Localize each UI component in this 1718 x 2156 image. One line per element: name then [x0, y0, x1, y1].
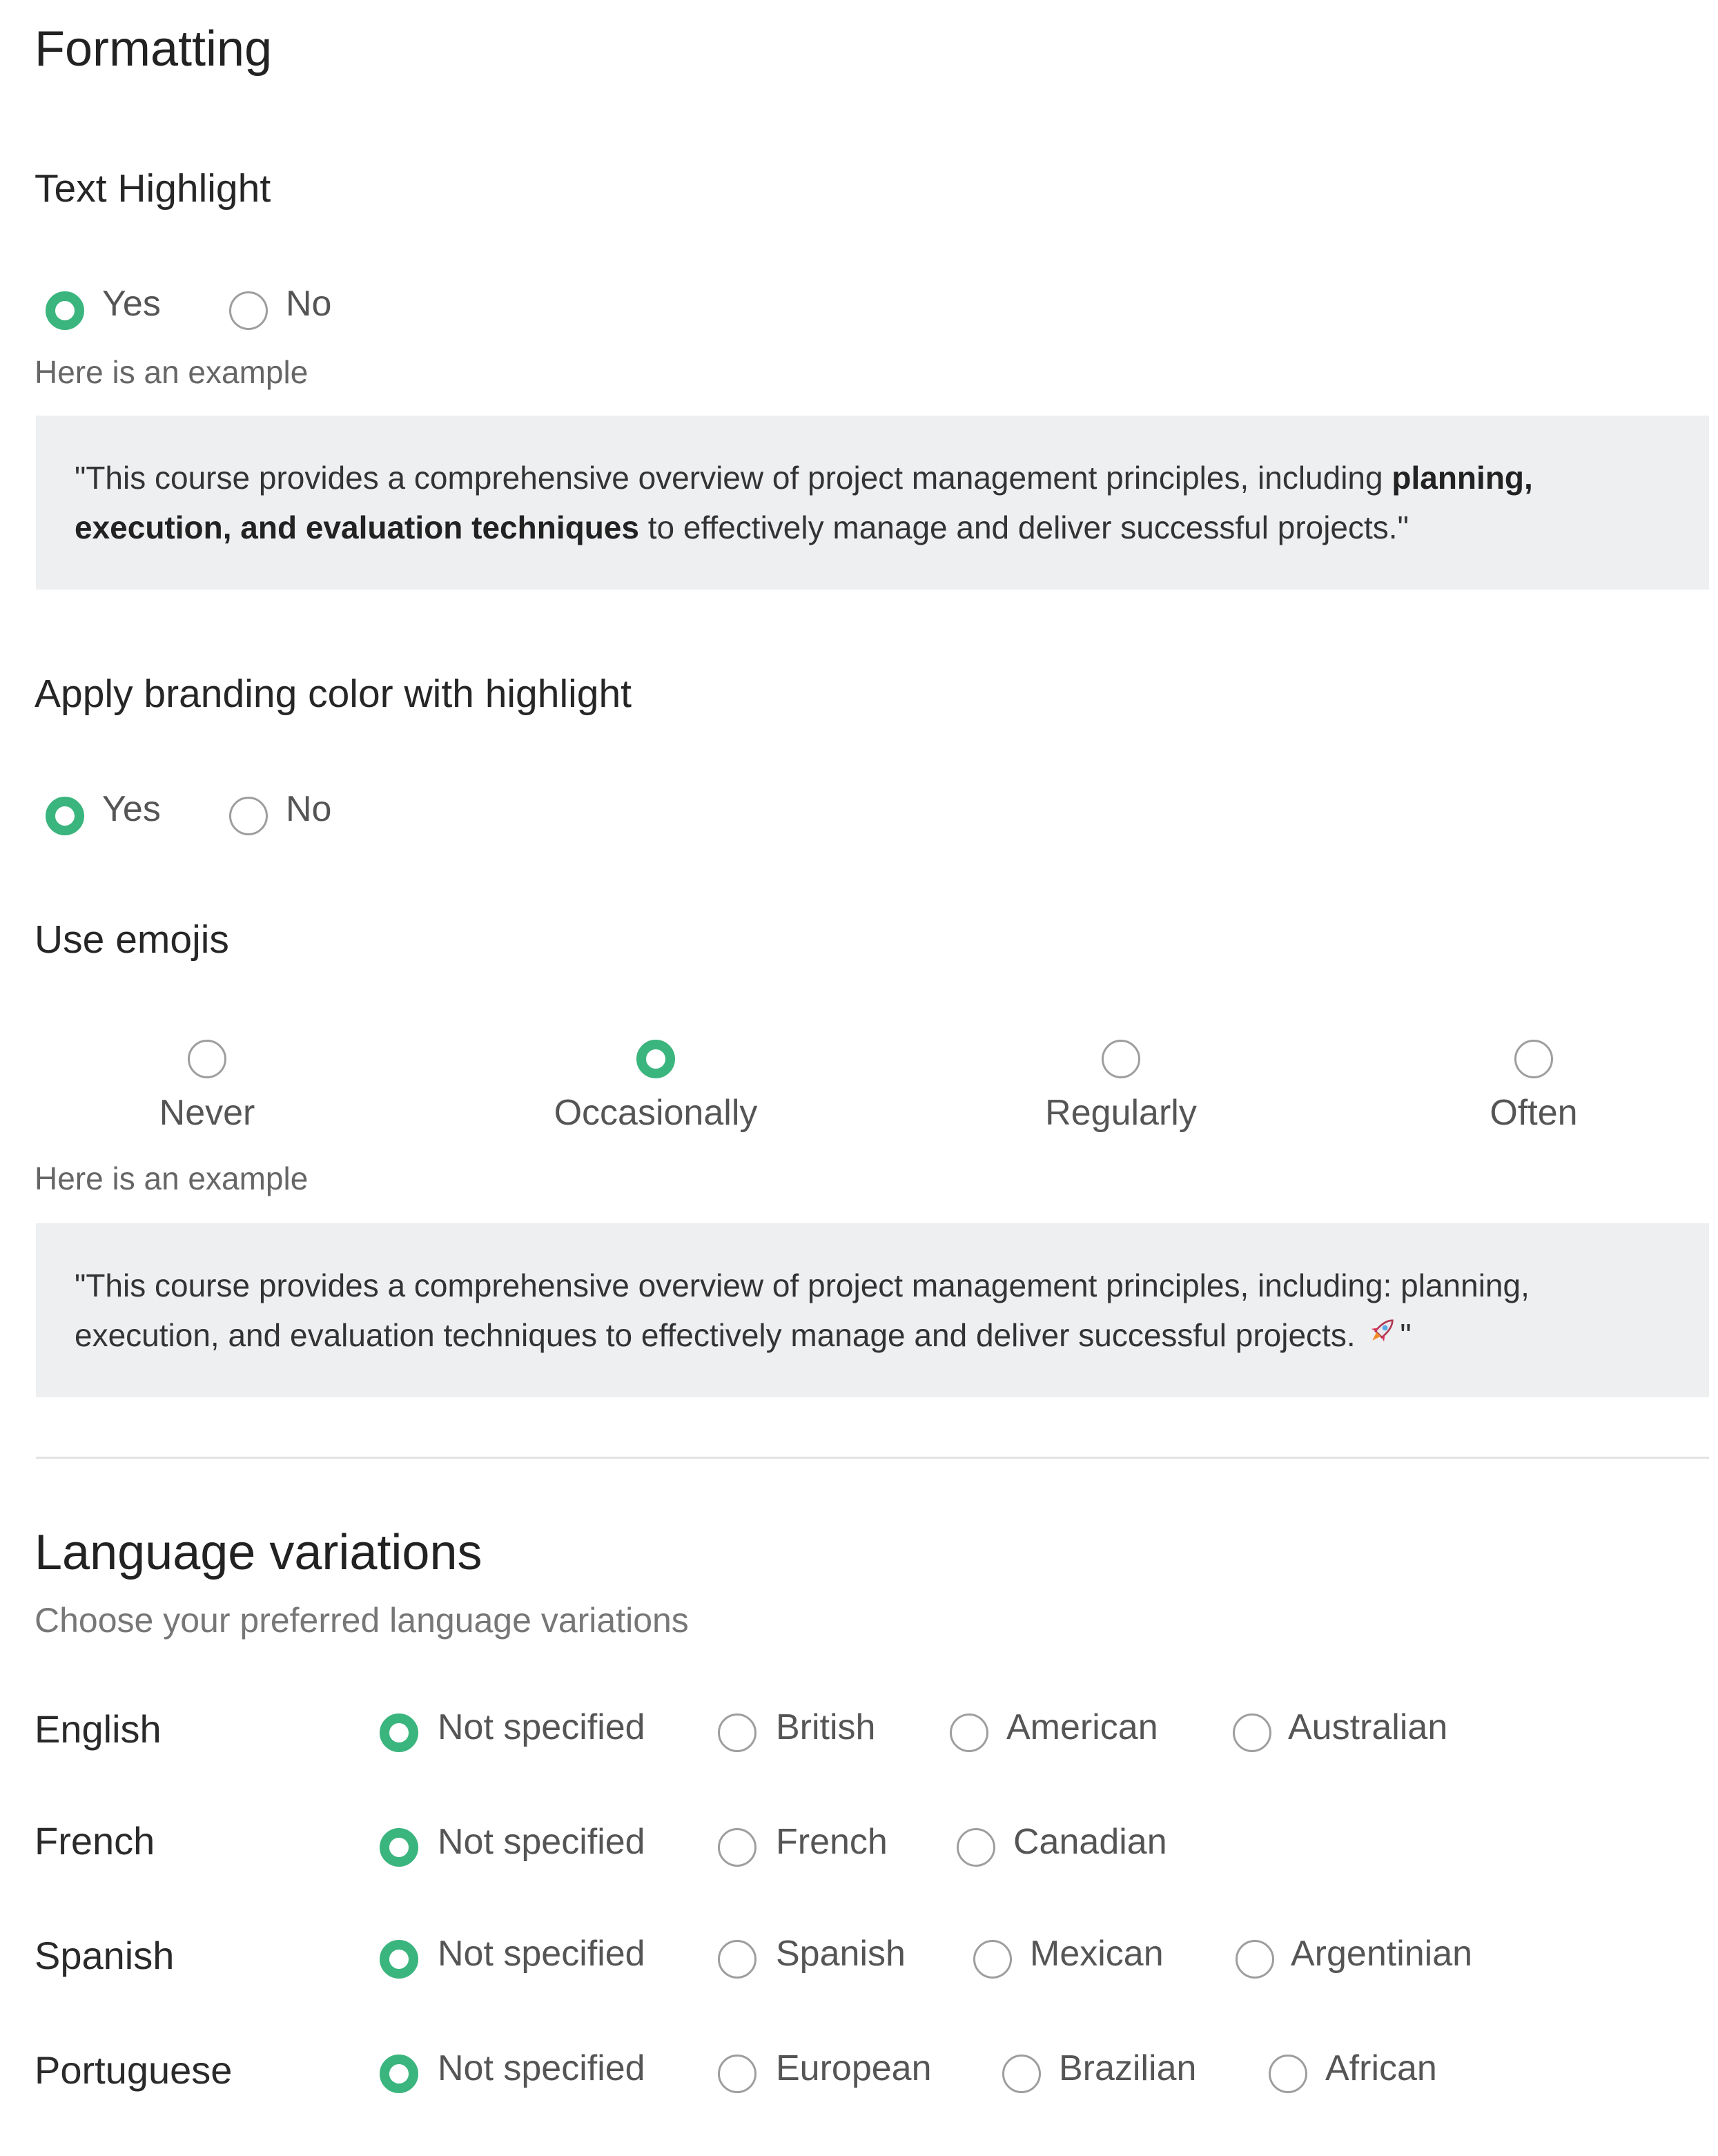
emojis-label: Use emojis	[35, 917, 229, 962]
portuguese-not-specified-radio[interactable]	[380, 2055, 418, 2093]
french-canadian-radio[interactable]	[957, 1828, 995, 1867]
text-highlight-label: Text Highlight	[35, 166, 271, 211]
text-highlight-no-label[interactable]: No	[286, 283, 331, 324]
spanish-not-specified-radio[interactable]	[380, 1940, 418, 1979]
spanish-not-specified-label[interactable]: Not specified	[438, 1933, 645, 1974]
text-highlight-yes-radio[interactable]	[46, 291, 84, 330]
spanish-mexican-label[interactable]: Mexican	[1030, 1933, 1164, 1974]
text-highlight-example-label: Here is an example	[35, 354, 309, 390]
branding-no-label[interactable]: No	[286, 788, 331, 830]
portuguese-european-radio[interactable]	[718, 2055, 756, 2093]
english-australian-label[interactable]: Australian	[1288, 1707, 1447, 1748]
spanish-spanish-label[interactable]: Spanish	[776, 1933, 906, 1974]
english-american-radio[interactable]	[950, 1713, 988, 1752]
branding-yes-label[interactable]: Yes	[102, 788, 161, 830]
portuguese-african-radio[interactable]	[1269, 2055, 1307, 2093]
section-title-formatting: Formatting	[35, 21, 273, 77]
branding-yes-radio[interactable]	[46, 797, 84, 835]
emoji-option-regularly[interactable]: Regularly	[1017, 1040, 1224, 1134]
language-label-french: French	[35, 1819, 155, 1863]
example-text-before: "This course provides a comprehensive ov…	[75, 460, 1392, 496]
english-not-specified-radio[interactable]	[380, 1713, 418, 1752]
english-british-radio[interactable]	[718, 1713, 756, 1752]
text-highlight-example-box: "This course provides a comprehensive ov…	[36, 416, 1709, 590]
emoji-regularly-radio[interactable]	[1102, 1040, 1140, 1078]
language-label-spanish: Spanish	[35, 1934, 175, 1977]
section-divider	[36, 1457, 1709, 1459]
language-label-portuguese: Portuguese	[35, 2048, 233, 2092]
emoji-never-label[interactable]: Never	[159, 1092, 255, 1134]
portuguese-brazilian-radio[interactable]	[1002, 2055, 1041, 2093]
english-american-label[interactable]: American	[1006, 1707, 1158, 1748]
language-variations-subtitle: Choose your preferred language variation…	[35, 1601, 689, 1640]
emoji-occasionally-label[interactable]: Occasionally	[554, 1092, 758, 1134]
branding-label: Apply branding color with highlight	[35, 672, 632, 716]
emoji-example-closing: "	[1400, 1317, 1412, 1353]
french-not-specified-radio[interactable]	[380, 1828, 418, 1867]
portuguese-not-specified-label[interactable]: Not specified	[438, 2048, 645, 2089]
spanish-argentinian-label[interactable]: Argentinian	[1291, 1933, 1472, 1974]
spanish-argentinian-radio[interactable]	[1236, 1940, 1274, 1979]
emojis-example-label: Here is an example	[35, 1160, 309, 1196]
section-title-language-variations: Language variations	[35, 1525, 482, 1580]
portuguese-brazilian-label[interactable]: Brazilian	[1059, 2048, 1196, 2089]
spanish-spanish-radio[interactable]	[718, 1940, 756, 1979]
french-not-specified-label[interactable]: Not specified	[438, 1821, 645, 1863]
spanish-mexican-radio[interactable]	[973, 1940, 1012, 1979]
french-canadian-label[interactable]: Canadian	[1013, 1821, 1167, 1863]
emoji-never-radio[interactable]	[188, 1040, 226, 1078]
emoji-often-label[interactable]: Often	[1490, 1092, 1577, 1134]
emoji-often-radio[interactable]	[1514, 1040, 1553, 1078]
portuguese-european-label[interactable]: European	[776, 2048, 932, 2089]
emoji-occasionally-radio[interactable]	[636, 1040, 675, 1078]
example-text-after: to effectively manage and deliver succes…	[638, 509, 1409, 545]
emojis-example-box: "This course provides a comprehensive ov…	[36, 1223, 1709, 1397]
text-highlight-yes-label[interactable]: Yes	[102, 283, 161, 324]
emoji-example-text: "This course provides a comprehensive ov…	[75, 1268, 1530, 1353]
emoji-option-never[interactable]: Never	[138, 1040, 276, 1134]
french-french-radio[interactable]	[718, 1828, 756, 1867]
language-label-english: English	[35, 1707, 162, 1751]
portuguese-african-label[interactable]: African	[1325, 2048, 1437, 2089]
emoji-option-often[interactable]: Often	[1430, 1040, 1637, 1134]
emoji-regularly-label[interactable]: Regularly	[1045, 1092, 1197, 1134]
text-highlight-no-radio[interactable]	[229, 291, 268, 330]
branding-no-radio[interactable]	[229, 797, 268, 835]
rocket-icon	[1364, 1313, 1400, 1363]
french-french-label[interactable]: French	[776, 1821, 888, 1863]
emoji-option-occasionally[interactable]: Occasionally	[518, 1040, 794, 1134]
english-not-specified-label[interactable]: Not specified	[438, 1707, 645, 1748]
english-australian-radio[interactable]	[1233, 1713, 1271, 1752]
english-british-label[interactable]: British	[776, 1707, 875, 1748]
